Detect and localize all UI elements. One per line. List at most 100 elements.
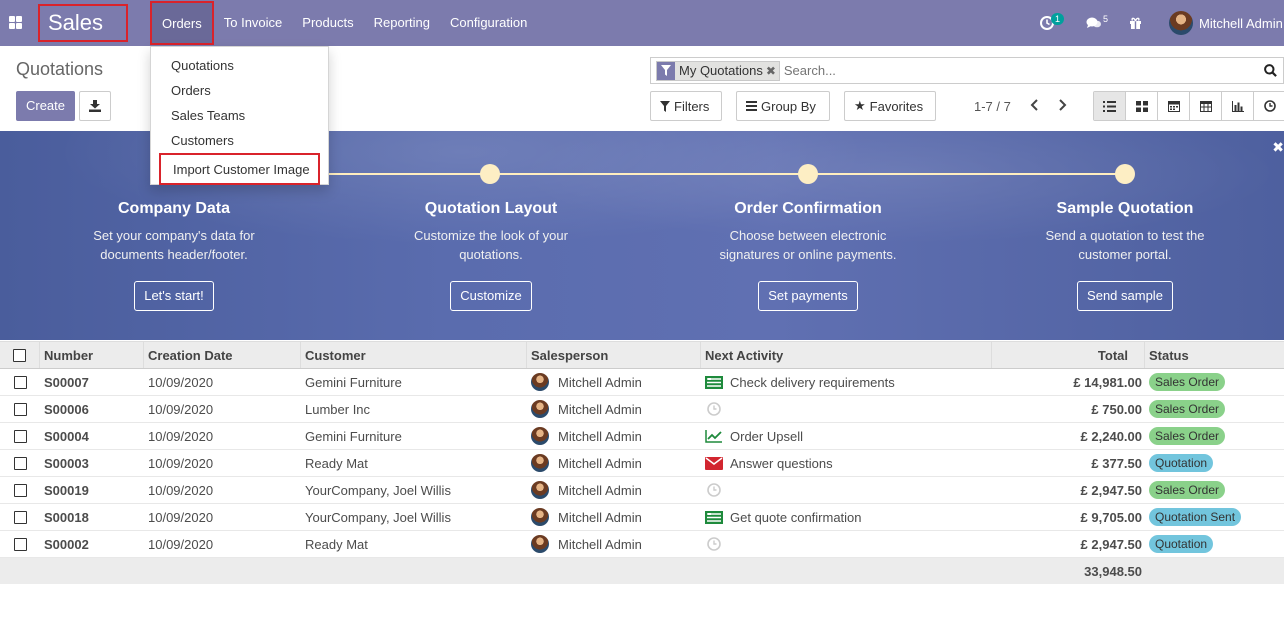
table-row[interactable]: S00018 10/09/2020 YourCompany, Joel Willis…	[0, 504, 1284, 531]
column-creation-date[interactable]: Creation Date	[144, 342, 301, 368]
clock-activity-icon[interactable]	[705, 402, 723, 416]
next-activity[interactable]	[705, 396, 730, 422]
salesperson-avatar	[531, 373, 549, 391]
gift-button[interactable]	[1129, 0, 1142, 46]
step-desc-line: Customize the look of your	[414, 228, 568, 243]
row-checkbox[interactable]	[13, 456, 27, 470]
row-checkbox[interactable]	[13, 402, 27, 416]
apps-grid-icon[interactable]	[9, 16, 22, 29]
table-row[interactable]: S00004 10/09/2020 Gemini Furniture Mitchell…	[0, 423, 1284, 450]
graph-view-button[interactable]	[1222, 92, 1254, 120]
table-icon	[1199, 100, 1212, 112]
calendar-view-button[interactable]	[1158, 92, 1190, 120]
order-total: £ 14,981.00	[1073, 374, 1142, 390]
menu-item-orders[interactable]: Orders	[151, 78, 328, 103]
menu-orders[interactable]: Orders	[150, 1, 214, 45]
app-title[interactable]: Sales	[38, 4, 128, 42]
order-total: £ 2,240.00	[1080, 428, 1142, 444]
set-payments-button[interactable]: Set payments	[758, 281, 858, 311]
lets-start-button[interactable]: Let's start!	[134, 281, 214, 311]
menu-item-customers[interactable]: Customers	[151, 128, 328, 153]
step-desc-line: Send a quotation to test the	[1045, 228, 1205, 243]
email-activity-icon[interactable]	[705, 456, 723, 470]
search-input[interactable]	[783, 63, 1184, 78]
column-next-activity[interactable]: Next Activity	[701, 342, 992, 368]
step-desc-line: customer portal.	[1078, 247, 1172, 262]
table-body: S00007 10/09/2020 Gemini Furniture Mitchell…	[0, 369, 1284, 558]
bars-icon	[746, 101, 757, 111]
next-activity[interactable]	[705, 531, 730, 557]
activity-button[interactable]: 1	[1040, 0, 1065, 46]
column-salesperson[interactable]: Salesperson	[527, 342, 701, 368]
table-row[interactable]: S00003 10/09/2020 Ready Mat Mitchell Admin A…	[0, 450, 1284, 477]
customer-name: Lumber Inc	[305, 401, 371, 417]
creation-date: 10/09/2020	[148, 428, 214, 444]
pager-previous-icon[interactable]	[1030, 99, 1039, 111]
creation-date: 10/09/2020	[148, 536, 214, 552]
pager-next-icon[interactable]	[1058, 99, 1067, 111]
pager-value[interactable]: 1-7 / 7	[974, 99, 1011, 114]
download-button[interactable]	[79, 91, 111, 121]
kanban-view-button[interactable]	[1126, 92, 1158, 120]
menu-reporting[interactable]: Reporting	[364, 0, 440, 46]
clock-activity-icon[interactable]	[705, 483, 723, 497]
favorites-button[interactable]: ★ Favorites	[844, 91, 936, 121]
send-sample-button[interactable]: Send sample	[1077, 281, 1173, 311]
table-header: Number Creation Date Customer Salesperso…	[0, 341, 1284, 369]
salesperson-name: Mitchell Admin	[558, 509, 642, 525]
activity-view-button[interactable]	[1254, 92, 1284, 120]
table-row[interactable]: S00002 10/09/2020 Ready Mat Mitchell Admin £…	[0, 531, 1284, 558]
menu-to-invoice[interactable]: To Invoice	[214, 0, 293, 46]
star-icon: ★	[854, 98, 866, 113]
todo-activity-icon[interactable]	[705, 375, 723, 389]
pivot-view-button[interactable]	[1190, 92, 1222, 120]
menu-item-import-customer-image[interactable]: Import Customer Image	[159, 153, 320, 185]
next-activity[interactable]: Order Upsell	[705, 423, 803, 449]
search-icon[interactable]	[1264, 64, 1277, 80]
salesperson-name: Mitchell Admin	[558, 401, 642, 417]
next-activity[interactable]: Answer questions	[705, 450, 833, 476]
next-activity[interactable]: Get quote confirmation	[705, 504, 862, 530]
order-number: S00003	[44, 455, 89, 471]
todo-activity-icon[interactable]	[705, 510, 723, 524]
filters-button[interactable]: Filters	[650, 91, 722, 121]
row-checkbox[interactable]	[13, 510, 27, 524]
column-total[interactable]: Total	[992, 342, 1145, 368]
table-row[interactable]: S00006 10/09/2020 Lumber Inc Mitchell Admin…	[0, 396, 1284, 423]
menu-item-quotations[interactable]: Quotations	[151, 53, 328, 78]
menu-item-sales-teams[interactable]: Sales Teams	[151, 103, 328, 128]
messages-button[interactable]: 5	[1086, 0, 1108, 46]
next-activity[interactable]	[705, 477, 730, 503]
select-all-checkbox[interactable]	[13, 348, 26, 362]
create-button[interactable]: Create	[16, 91, 75, 121]
salesperson: Mitchell Admin	[531, 531, 642, 557]
column-customer[interactable]: Customer	[301, 342, 527, 368]
table-row[interactable]: S00019 10/09/2020 YourCompany, Joel Willis…	[0, 477, 1284, 504]
order-number: S00006	[44, 401, 89, 417]
column-number[interactable]: Number	[40, 342, 144, 368]
row-checkbox[interactable]	[13, 375, 27, 389]
customize-button[interactable]: Customize	[450, 281, 532, 311]
user-menu[interactable]: Mitchell Admin	[1169, 0, 1283, 46]
clock-activity-icon[interactable]	[705, 537, 723, 551]
facet-remove-icon[interactable]: ✖	[766, 64, 779, 78]
next-activity[interactable]: Check delivery requirements	[705, 369, 895, 395]
list-icon	[1103, 100, 1116, 112]
customer-name: YourCompany, Joel Willis	[305, 509, 451, 525]
menu-products[interactable]: Products	[292, 0, 363, 46]
row-checkbox[interactable]	[13, 429, 27, 443]
step-dot-4	[1115, 164, 1135, 184]
column-status[interactable]: Status	[1145, 342, 1284, 368]
table-row[interactable]: S00007 10/09/2020 Gemini Furniture Mitchell…	[0, 369, 1284, 396]
order-number: S00018	[44, 509, 89, 525]
row-checkbox[interactable]	[13, 537, 27, 551]
menu-configuration[interactable]: Configuration	[440, 0, 537, 46]
salesperson-avatar	[531, 508, 549, 526]
upsell-activity-icon[interactable]	[705, 429, 723, 443]
row-checkbox[interactable]	[13, 483, 27, 497]
filter-funnel-icon	[657, 61, 675, 80]
close-icon[interactable]: ✖	[1272, 139, 1284, 156]
list-view-button[interactable]	[1094, 92, 1126, 120]
group-by-button[interactable]: Group By	[736, 91, 830, 121]
activity-summary: Check delivery requirements	[730, 374, 895, 390]
